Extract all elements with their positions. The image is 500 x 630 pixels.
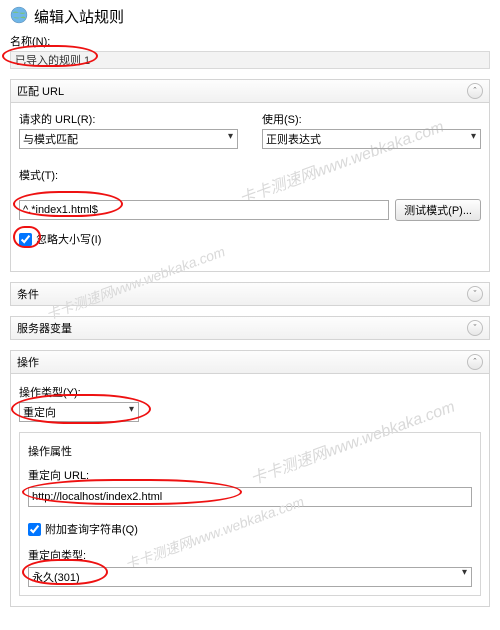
name-label: 名称(N): [10, 33, 490, 49]
server-vars-header[interactable]: 服务器变量 ˇ [11, 317, 489, 339]
ignore-case-checkbox[interactable] [19, 233, 32, 246]
test-pattern-button[interactable]: 测试模式(P)... [395, 199, 481, 221]
append-querystring-checkbox[interactable] [28, 523, 41, 536]
panel-title: 服务器变量 [17, 320, 72, 336]
match-url-panel: 匹配 URL ˆ 卡卡测速网www.webkaka.com 请求的 URL(R)… [10, 79, 490, 272]
using-select[interactable] [262, 129, 481, 149]
rule-name-input[interactable] [10, 51, 490, 69]
chevron-down-icon: ˇ [467, 286, 483, 302]
append-querystring-label: 附加查询字符串(Q) [45, 521, 138, 537]
page-title: 编辑入站规则 [34, 6, 124, 27]
redirect-type-label: 重定向类型: [28, 547, 472, 563]
globe-icon [10, 6, 28, 27]
action-header[interactable]: 操作 ˆ [11, 351, 489, 374]
requested-url-label: 请求的 URL(R): [19, 111, 238, 127]
chevron-down-icon: ˇ [467, 320, 483, 336]
panel-title: 操作 [17, 354, 39, 370]
action-type-select[interactable] [19, 402, 139, 422]
action-props-title: 操作属性 [28, 443, 472, 459]
chevron-up-icon: ˆ [467, 354, 483, 370]
action-panel: 操作 ˆ 操作类型(Y): 卡卡测速网www.webkaka.com 操作属性 … [10, 350, 490, 607]
chevron-up-icon: ˆ [467, 83, 483, 99]
using-label: 使用(S): [262, 111, 481, 127]
page-header: 编辑入站规则 [10, 6, 490, 27]
server-vars-panel: 服务器变量 ˇ [10, 316, 490, 340]
redirect-url-input[interactable] [28, 487, 472, 507]
redirect-type-select[interactable] [28, 567, 472, 587]
redirect-url-label: 重定向 URL: [28, 467, 472, 483]
requested-url-select[interactable] [19, 129, 238, 149]
ignore-case-label: 忽略大小写(I) [36, 231, 101, 247]
pattern-label: 模式(T): [19, 167, 481, 183]
conditions-header[interactable]: 条件 ˇ [11, 283, 489, 305]
pattern-input[interactable] [19, 200, 389, 220]
panel-title: 条件 [17, 286, 39, 302]
action-properties-group: 卡卡测速网www.webkaka.com 操作属性 重定向 URL: 附加查询字… [19, 432, 481, 596]
panel-title: 匹配 URL [17, 83, 64, 99]
action-type-label: 操作类型(Y): [19, 384, 481, 400]
match-url-header[interactable]: 匹配 URL ˆ [11, 80, 489, 103]
conditions-panel: 条件 ˇ [10, 282, 490, 306]
